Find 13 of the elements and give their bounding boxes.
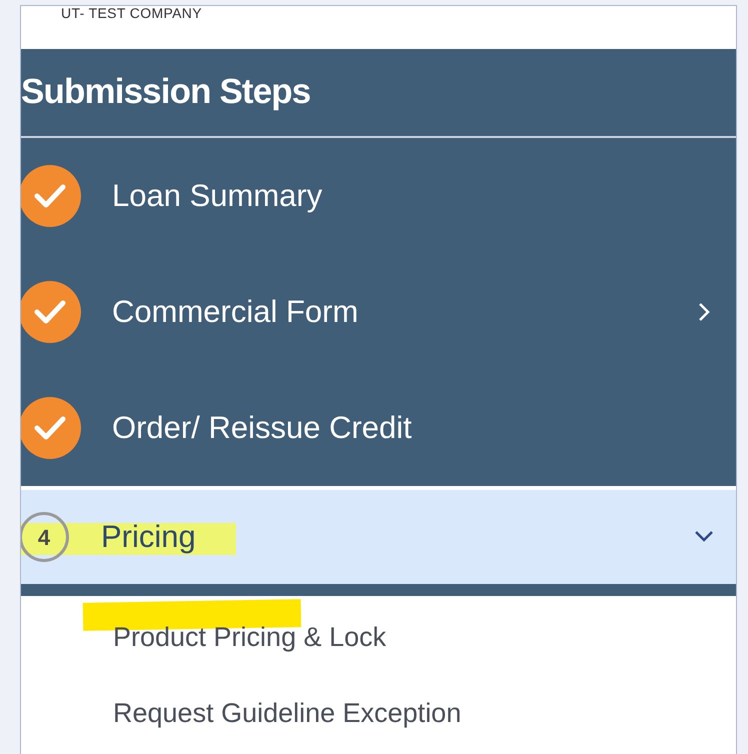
step-item[interactable]: Order/ Reissue Credit [21, 370, 736, 486]
step-item[interactable]: Commercial Form [21, 254, 736, 370]
substep-link[interactable]: Request Guideline Exception [113, 692, 462, 734]
step-label: Loan Summary [112, 176, 322, 215]
substep-link[interactable]: Product Pricing & Lock [113, 616, 386, 658]
company-name: UT- TEST COMPANY [61, 6, 202, 20]
section-title: Submission Steps [21, 71, 310, 114]
step-item[interactable]: 4 Pricing [21, 490, 736, 584]
step-item[interactable]: Loan Summary [21, 138, 736, 254]
step-number: 4 [21, 512, 69, 562]
step-label: Commercial Form [112, 292, 358, 331]
step-label: Order/ Reissue Credit [112, 408, 412, 447]
step-label: Pricing [101, 518, 196, 556]
